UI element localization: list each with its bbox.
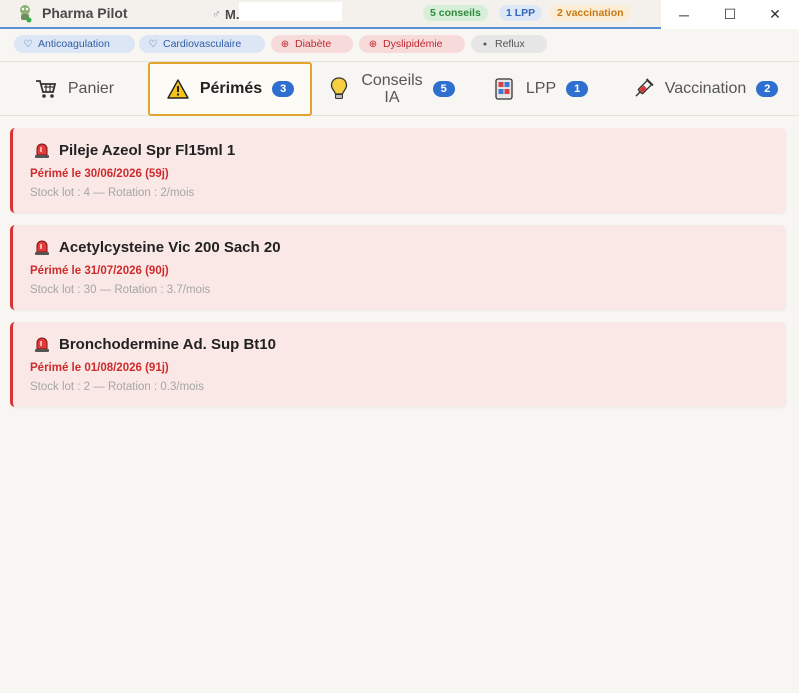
tab-label: Vaccination — [664, 80, 747, 97]
lightbulb-icon — [327, 77, 351, 101]
maximize-button[interactable]: ☐ — [707, 0, 753, 29]
expiry-date: Périmé le 30/06/2026 (59j) — [30, 168, 169, 180]
tag-label: Cardiovasculaire — [163, 38, 242, 50]
expired-item-card[interactable]: Acetylcysteine Vic 200 Sach 20 Périmé le… — [10, 225, 786, 310]
male-symbol-icon: ♂ — [212, 7, 221, 21]
title-bar-main: Pharma Pilot ♂ M. 5 conseils 1 LPP 2 vac… — [0, 0, 661, 29]
tag-label: Dyslipidémie — [383, 38, 443, 50]
app-title: Pharma Pilot — [42, 5, 128, 21]
siren-icon — [35, 143, 49, 158]
expired-item-card[interactable]: Bronchodermine Ad. Sup Bt10 Périmé le 01… — [10, 322, 786, 407]
close-icon: ✕ — [769, 6, 781, 22]
dot-icon: ● — [482, 40, 488, 48]
product-name: Bronchodermine Ad. Sup Bt10 — [59, 336, 276, 353]
stock-info: Stock lot : 30 — Rotation : 3.7/mois — [30, 284, 211, 296]
maximize-icon: ☐ — [723, 6, 737, 22]
plus-circle-icon: ⊕ — [280, 38, 290, 50]
minimize-button[interactable]: ─ — [661, 0, 707, 29]
expiry-date: Périmé le 01/08/2026 (91j) — [30, 362, 169, 374]
tag-label: Diabète — [295, 38, 332, 50]
expiry-date: Périmé le 31/07/2026 (90j) — [30, 265, 169, 277]
syringe-icon — [631, 77, 655, 101]
stock-info: Stock lot : 2 — Rotation : 0.3/mois — [30, 381, 204, 393]
tab-vaccination[interactable]: Vaccination 2 — [610, 62, 799, 116]
tag-label: Anticoagulation — [38, 38, 110, 50]
tab-label: Conseils IA — [361, 72, 423, 106]
tag-anticoagulation[interactable]: ♡ Anticoagulation — [14, 35, 135, 53]
tab-conseils-ia[interactable]: Conseils IA 5 — [312, 62, 470, 116]
tab-count-badge: 2 — [756, 81, 779, 97]
title-bar: Pharma Pilot ♂ M. 5 conseils 1 LPP 2 vac… — [0, 0, 799, 29]
tab-perimes[interactable]: Périmés 3 — [148, 62, 312, 116]
minimize-icon: ─ — [679, 6, 689, 23]
cart-icon — [34, 77, 58, 101]
tag-reflux[interactable]: ● Reflux — [471, 35, 547, 53]
pathology-tags: ♡ Anticoagulation ♡ Cardiovasculaire ⊕ D… — [0, 29, 799, 61]
tab-bar: Panier Périmés 3 Conseils IA 5 LPP 1 Vac… — [0, 61, 799, 116]
product-name: Acetylcysteine Vic 200 Sach 20 — [59, 239, 281, 256]
heart-outline-icon: ♡ — [148, 38, 158, 50]
siren-icon — [35, 240, 49, 255]
tab-count-badge: 1 — [566, 81, 589, 97]
close-button[interactable]: ✕ — [752, 0, 798, 29]
patient-name-redaction — [239, 2, 342, 21]
conseils-badge[interactable]: 5 conseils — [423, 5, 488, 21]
tag-label: Reflux — [495, 38, 525, 50]
tab-label: Panier — [67, 80, 115, 97]
tab-lpp[interactable]: LPP 1 — [470, 62, 610, 116]
lpp-badge[interactable]: 1 LPP — [499, 5, 543, 21]
tab-count-badge: 3 — [272, 81, 295, 97]
stock-info: Stock lot : 4 — Rotation : 2/mois — [30, 187, 195, 199]
app-logo-icon — [20, 5, 32, 23]
device-icon — [492, 77, 516, 101]
patient-info[interactable]: ♂ M. — [212, 5, 239, 23]
tag-dyslipidemie[interactable]: ⊕ Dyslipidémie — [359, 35, 465, 53]
tag-cardiovasculaire[interactable]: ♡ Cardiovasculaire — [139, 35, 265, 53]
plus-circle-icon: ⊕ — [368, 38, 378, 50]
tab-label: LPP — [525, 80, 557, 97]
tab-label: Périmés — [199, 80, 263, 97]
tab-panier[interactable]: Panier — [0, 62, 148, 116]
product-name: Pileje Azeol Spr Fl15ml 1 — [59, 142, 236, 159]
vaccination-badge[interactable]: 2 vaccination — [550, 5, 631, 21]
expired-item-card[interactable]: Pileje Azeol Spr Fl15ml 1 Périmé le 30/0… — [10, 128, 786, 213]
patient-name: M. — [225, 6, 240, 22]
tag-diabete[interactable]: ⊕ Diabète — [271, 35, 353, 53]
siren-icon — [35, 337, 49, 352]
warning-icon — [166, 77, 190, 101]
heart-outline-icon: ♡ — [23, 38, 33, 50]
tab-count-badge: 5 — [432, 81, 455, 97]
